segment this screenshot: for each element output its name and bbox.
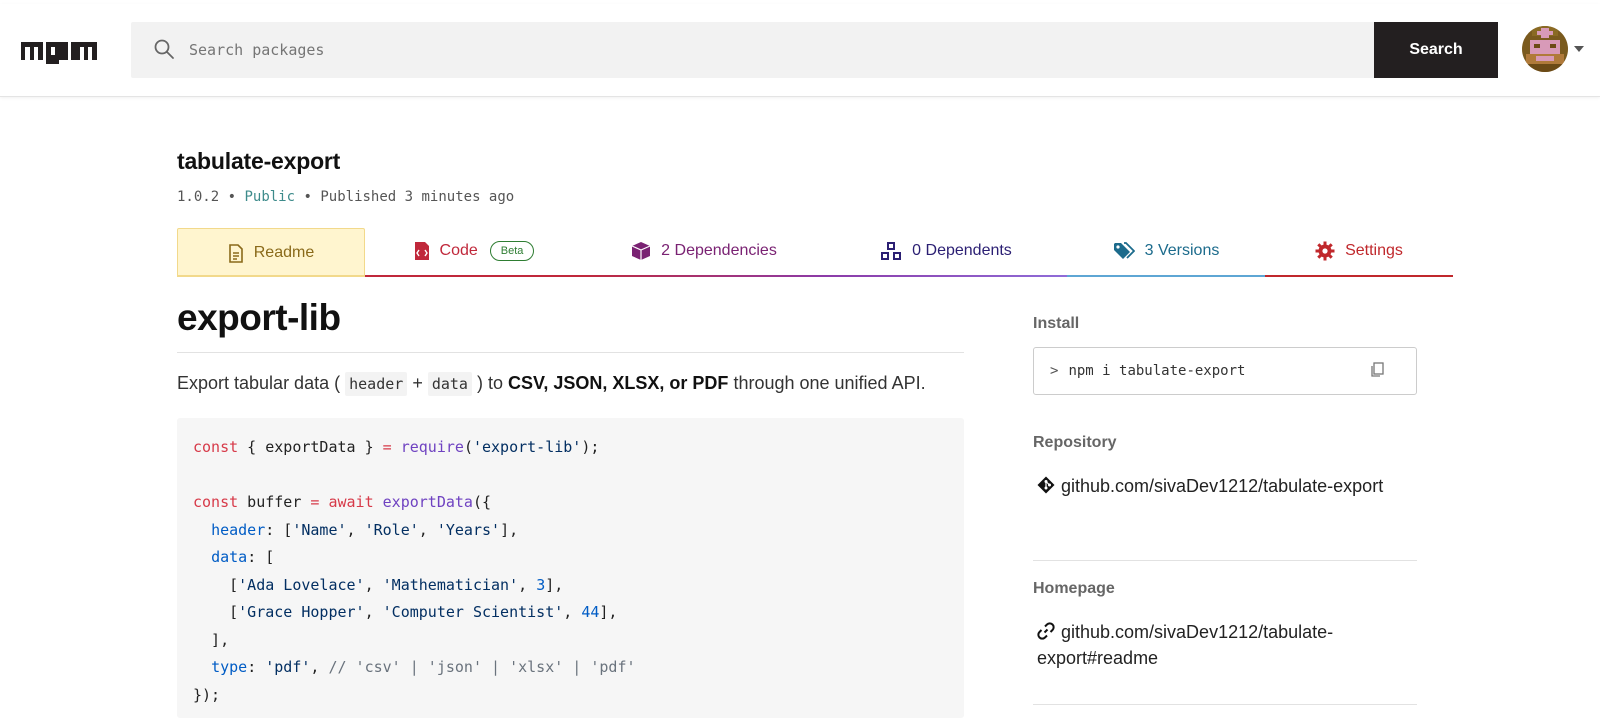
code-file-icon xyxy=(414,241,430,261)
tab-dependencies[interactable]: 2 Dependencies xyxy=(583,228,825,274)
inline-code: data xyxy=(427,372,472,396)
search-bar xyxy=(131,22,1375,78)
package-published: Published 3 minutes ago xyxy=(320,189,515,205)
install-label: Install xyxy=(1033,315,1080,332)
npm-logo[interactable] xyxy=(21,36,97,64)
divider xyxy=(1033,560,1417,561)
gear-icon xyxy=(1315,241,1335,261)
tab-label: 0 Dependents xyxy=(912,242,1012,259)
tags-icon xyxy=(1113,242,1135,260)
tab-underline xyxy=(177,275,365,277)
tab-versions[interactable]: 3 Versions xyxy=(1067,228,1265,274)
meta-separator: • xyxy=(227,189,237,205)
user-menu[interactable] xyxy=(1522,26,1588,74)
code-content: const { exportData } = require('export-l… xyxy=(193,438,636,704)
intro-text: Export tabular data ( xyxy=(177,373,341,393)
tab-underline xyxy=(365,275,583,277)
tab-code[interactable]: Code Beta xyxy=(365,228,583,274)
package-visibility: Public xyxy=(244,189,296,205)
repository-url: github.com/sivaDev1212/tabulate-export xyxy=(1061,476,1384,496)
install-command: npm i tabulate-export xyxy=(1068,363,1246,379)
tab-underline xyxy=(1067,275,1265,277)
site-header: Search xyxy=(0,4,1600,97)
search-icon xyxy=(154,39,174,59)
tab-settings[interactable]: Settings xyxy=(1265,228,1453,274)
document-icon xyxy=(228,243,244,263)
tab-underline xyxy=(583,275,825,277)
beta-badge: Beta xyxy=(489,241,535,261)
inline-code: header xyxy=(345,372,408,396)
boxes-icon xyxy=(880,241,902,261)
code-block: const { exportData } = require('export-l… xyxy=(177,418,964,718)
intro-text: ) to xyxy=(476,373,503,393)
tab-label: Settings xyxy=(1345,242,1403,259)
intro-text: + xyxy=(412,373,423,393)
git-icon xyxy=(1037,476,1055,500)
divider xyxy=(177,352,964,353)
tab-readme[interactable]: Readme xyxy=(177,228,365,277)
readme-intro: Export tabular data ( header + data ) to… xyxy=(177,372,926,396)
avatar xyxy=(1522,26,1568,72)
homepage-link[interactable]: github.com/sivaDev1212/tabulate-export#r… xyxy=(1037,620,1397,670)
chevron-down-icon xyxy=(1574,46,1584,52)
tab-underline xyxy=(1265,275,1453,277)
tab-underline xyxy=(825,275,1067,277)
meta-separator: • xyxy=(303,189,312,205)
prompt-icon: > xyxy=(1050,363,1059,379)
tab-dependents[interactable]: 0 Dependents xyxy=(825,228,1067,274)
tab-label: 2 Dependencies xyxy=(661,242,777,259)
search-input[interactable] xyxy=(189,22,1349,78)
intro-formats: CSV, JSON, XLSX, or PDF xyxy=(508,373,729,393)
link-icon xyxy=(1037,622,1055,646)
package-tabs: Readme Code Beta 2 Dependencies 0 Depend… xyxy=(177,228,1453,277)
tab-label: 3 Versions xyxy=(1144,242,1220,259)
tab-label: Readme xyxy=(253,244,315,261)
package-meta: 1.0.2 • Public • Published 3 minutes ago xyxy=(177,189,514,205)
intro-text: through one unified API. xyxy=(733,373,926,393)
package-version: 1.0.2 xyxy=(177,189,220,205)
homepage-label: Homepage xyxy=(1033,580,1115,597)
divider xyxy=(1033,704,1417,705)
readme-heading: export-lib xyxy=(177,297,341,338)
repository-link[interactable]: github.com/sivaDev1212/tabulate-export xyxy=(1037,474,1397,500)
tab-label: Code xyxy=(439,242,478,259)
homepage-url: github.com/sivaDev1212/tabulate-export#r… xyxy=(1037,622,1334,668)
search-button[interactable]: Search xyxy=(1374,22,1498,78)
box-icon xyxy=(631,241,651,261)
install-command-box[interactable]: > npm i tabulate-export xyxy=(1033,347,1417,395)
package-name: tabulate-export xyxy=(177,148,341,174)
repository-label: Repository xyxy=(1033,434,1117,451)
copy-icon[interactable] xyxy=(1370,362,1384,378)
